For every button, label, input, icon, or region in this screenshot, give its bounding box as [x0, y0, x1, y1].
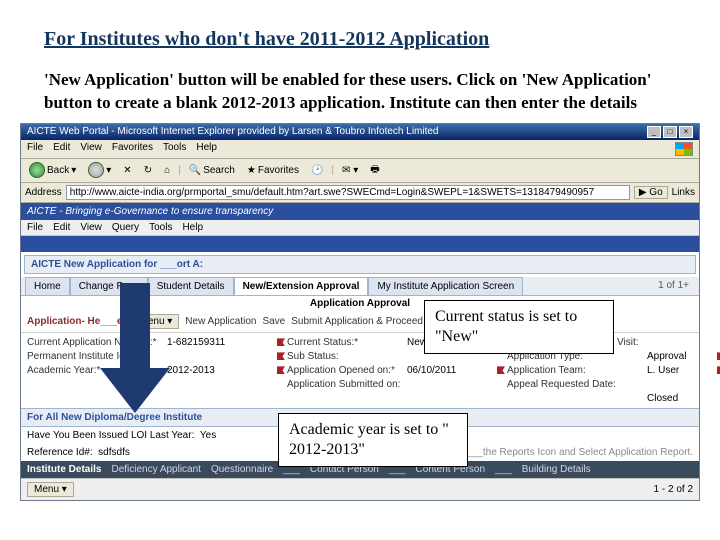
history-button[interactable]: 🕑	[307, 164, 327, 177]
page-heading: For Institutes who don't have 2011-2012 …	[0, 0, 720, 59]
bottom-counter: 1 - 2 of 2	[654, 484, 693, 495]
value-app-type: Approval	[647, 351, 717, 362]
back-button[interactable]: Back ▾	[25, 161, 80, 179]
required-flag-icon	[277, 366, 285, 374]
window-titlebar: AICTE Web Portal - Microsoft Internet Ex…	[21, 124, 699, 140]
value-opened-on: 06/10/2011	[407, 365, 497, 376]
app-menu-view[interactable]: View	[80, 222, 102, 233]
window-title: AICTE Web Portal - Microsoft Internet Ex…	[27, 126, 439, 137]
address-label: Address	[25, 187, 62, 198]
label-appeal-date: Appeal Requested Date:	[507, 379, 647, 390]
bottom-menu-button[interactable]: Menu ▾	[27, 482, 74, 497]
mail-button[interactable]: ✉ ▾	[338, 164, 362, 177]
save-button[interactable]: Save	[262, 316, 285, 327]
close-button[interactable]: ×	[679, 126, 693, 138]
applet-subtitle: AICTE New Application for ___ort A:	[24, 255, 696, 274]
value-ref: sdfsdfs	[98, 447, 130, 458]
dtab-building[interactable]: Building Details	[522, 464, 591, 475]
app-menu-tools[interactable]: Tools	[149, 222, 172, 233]
dtab-questionnaire[interactable]: Questionnaire	[211, 464, 273, 475]
new-application-button[interactable]: New Application	[185, 316, 256, 327]
menu-favorites[interactable]: Favorites	[112, 142, 153, 156]
dtab-deficiency[interactable]: Deficiency Applicant	[111, 464, 201, 475]
links-label[interactable]: Links	[672, 187, 695, 198]
callout-academic-year: Academic year is set to " 2012-2013"	[278, 413, 468, 467]
tab-student-details[interactable]: Student Details	[148, 277, 234, 295]
app-menu-file[interactable]: File	[27, 222, 43, 233]
bottom-bar: Menu ▾ 1 - 2 of 2	[21, 478, 699, 500]
aicte-banner: AICTE - Bringing e-Governance to ensure …	[21, 203, 699, 220]
label-submitted-on: Application Submitted on:	[287, 379, 407, 390]
label-loi: Have You Been Issued LOI Last Year:	[27, 430, 194, 441]
print-button[interactable]: 🖶	[366, 161, 383, 180]
value-app-team: L. User	[647, 365, 717, 376]
value-closed: Closed	[647, 393, 717, 404]
label-sub-status: Sub Status:	[287, 351, 407, 362]
menu-help[interactable]: Help	[196, 142, 217, 156]
dtab-8[interactable]: ___	[495, 464, 512, 475]
address-bar-row: Address ▶ Go Links	[21, 183, 699, 203]
dtab-institute[interactable]: Institute Details	[27, 464, 101, 475]
ie-toolbar: Back ▾ ▾ ✕ ↻ ⌂ | 🔍 Search ★ Favorites 🕑 …	[21, 159, 699, 183]
app-menubar: File Edit View Query Tools Help	[21, 220, 699, 236]
required-flag-icon	[277, 352, 285, 360]
home-button[interactable]: ⌂	[160, 164, 174, 177]
app-menu-query[interactable]: Query	[112, 222, 139, 233]
forward-button[interactable]: ▾	[84, 161, 115, 179]
label-academic-year: Academic Year:*	[27, 365, 167, 376]
menu-tools[interactable]: Tools	[163, 142, 186, 156]
label-opened-on: Application Opened on:*	[287, 365, 407, 376]
value-app-number: 1-682159311	[167, 337, 277, 348]
favorites-button[interactable]: ★ Favorites	[243, 164, 303, 177]
tab-my-institute[interactable]: My Institute Application Screen	[368, 277, 523, 295]
address-input[interactable]	[66, 185, 630, 200]
value-academic-year: 2012-2013	[167, 365, 277, 376]
search-button[interactable]: 🔍 Search	[185, 164, 239, 177]
ie-menubar: File Edit View Favorites Tools Help	[21, 140, 699, 159]
go-button[interactable]: ▶ Go	[634, 186, 668, 199]
maximize-button[interactable]: □	[663, 126, 677, 138]
intro-text: 'New Application' button will be enabled…	[0, 59, 720, 123]
refresh-button[interactable]: ↻	[140, 164, 156, 177]
label-current-status: Current Status:*	[287, 337, 407, 348]
tab-change-password[interactable]: Change Pass	[70, 277, 148, 295]
stop-button[interactable]: ✕	[119, 164, 135, 177]
menu-edit[interactable]: Edit	[53, 142, 70, 156]
value-loi: Yes	[200, 430, 216, 441]
windows-logo-icon	[675, 142, 693, 156]
label-ref: Reference Id#:	[27, 447, 93, 458]
label-app-number: Current Application Number:*	[27, 337, 167, 348]
app-menu-help[interactable]: Help	[182, 222, 203, 233]
required-flag-icon	[497, 366, 505, 374]
minimize-button[interactable]: _	[647, 126, 661, 138]
menu-view[interactable]: View	[80, 142, 102, 156]
callout-status: Current status is set to "New"	[424, 300, 614, 354]
menu-file[interactable]: File	[27, 142, 43, 156]
required-flag-icon	[277, 338, 285, 346]
blue-strip	[21, 236, 699, 252]
tab-home[interactable]: Home	[25, 277, 70, 295]
nav-tabs: Home Change Pass Student Details New/Ext…	[21, 277, 699, 296]
app-menu-edit[interactable]: Edit	[53, 222, 70, 233]
record-counter: 1 of 1+	[652, 277, 695, 295]
menu-button[interactable]: Menu ▾	[132, 314, 179, 329]
tab-new-extension[interactable]: New/Extension Approval	[234, 277, 369, 295]
application-header-label: Application- He___er	[27, 316, 126, 327]
label-perm-id: Permanent Institute Id:	[27, 351, 167, 362]
report-hint: ___the Reports Icon and Select Applicati…	[466, 447, 693, 458]
label-app-team: Application Team:	[507, 365, 647, 376]
